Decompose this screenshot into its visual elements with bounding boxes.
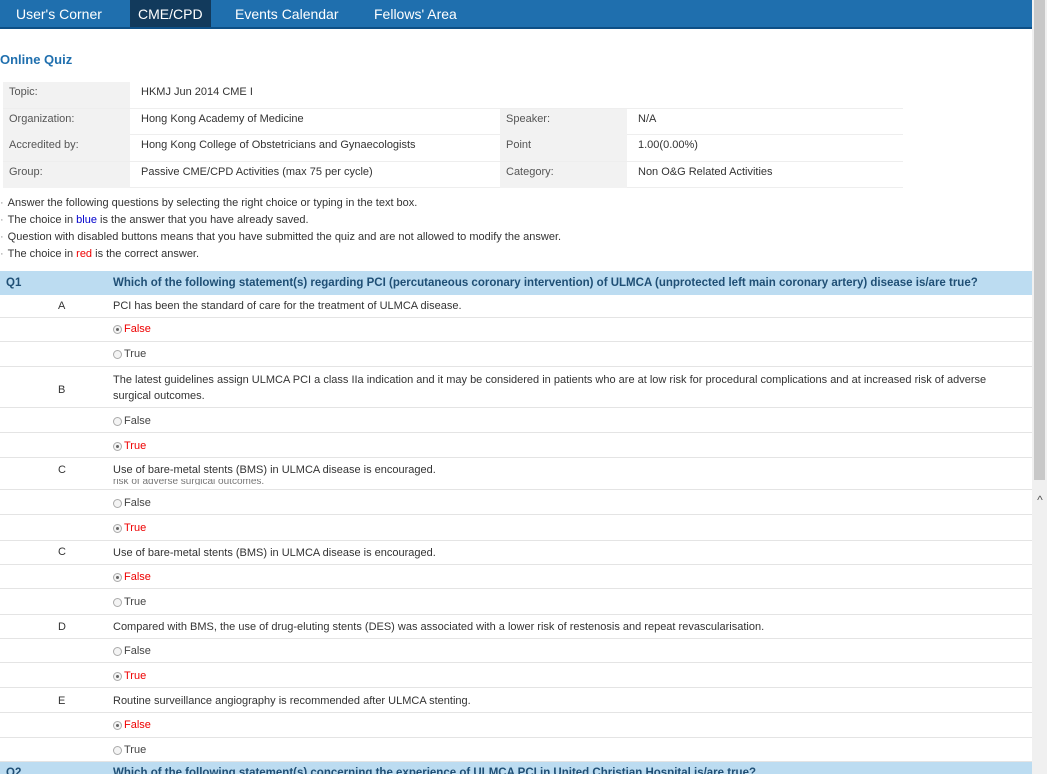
radio-button[interactable] [113,597,122,607]
nav-item-events-calendar[interactable]: Events Calendar [227,0,347,27]
option-false[interactable]: False [113,719,151,731]
instruction-line: · Question with disabled buttons means th… [0,231,562,243]
topic-label: Topic: [3,82,130,108]
statement-row-e: E Routine surveillance angiography is re… [0,688,1032,713]
instruction-line: · The choice in blue is the answer that y… [0,214,309,226]
radio-button[interactable] [113,572,122,582]
statement-letter: D [58,621,66,633]
option-row: False [0,713,1032,738]
statement-row-d: D Compared with BMS, the use of drug-elu… [0,615,1032,639]
question-number: Q2 [6,767,22,774]
statement-row-c: C Use of bare-metal stents (BMS) in ULMC… [0,541,1032,565]
question-text: Which of the following statement(s) rega… [113,277,978,289]
organization-label: Organization: [3,108,130,135]
info-row-topic: Topic: HKMJ Jun 2014 CME I [3,82,903,109]
category-label: Category: [500,161,627,188]
option-row: False [0,639,1032,663]
statement-text: PCI has been the standard of care for th… [113,300,462,312]
option-row: True [0,515,1032,541]
option-true[interactable]: True [113,596,146,608]
option-row: False [0,408,1032,433]
quiz-info-table: Topic: HKMJ Jun 2014 CME I Organization:… [3,82,903,189]
question-header-q1: Q1 Which of the following statement(s) r… [0,271,1032,295]
question-header-q2: Q2 Which of the following statement(s) c… [0,762,1032,774]
info-row-organization: Organization: Hong Kong Academy of Medic… [3,108,903,136]
statement-row-b: B The latest guidelines assign ULMCA PCI… [0,367,1032,408]
option-false[interactable]: False [113,571,151,583]
chevron-up-icon[interactable]: ^ [1033,493,1047,507]
statement-letter: C [58,546,66,558]
option-row: False [0,318,1032,342]
statement-text: Use of bare-metal stents (BMS) in ULMCA … [113,464,436,476]
vertical-scrollbar[interactable] [1032,0,1047,774]
accredited-value: Hong Kong College of Obstetricians and G… [141,139,416,152]
info-row-accredited: Accredited by: Hong Kong College of Obst… [3,135,903,162]
radio-button[interactable] [113,646,122,656]
radio-button[interactable] [113,671,122,681]
group-label: Group: [3,161,130,188]
nav-item-cme-cpd[interactable]: CME/CPD [130,0,211,27]
statement-letter: C [58,464,66,476]
option-row: True [0,589,1032,615]
scrollbar-thumb[interactable] [1034,0,1045,480]
statement-letter: A [58,300,66,312]
option-true[interactable]: True [113,670,146,682]
option-row: False [0,490,1032,515]
option-row: True [0,738,1032,762]
option-false[interactable]: False [113,497,151,509]
group-value: Passive CME/CPD Activities (max 75 per c… [141,165,373,178]
speaker-label: Speaker: [500,108,627,135]
radio-button[interactable] [113,720,122,730]
option-true[interactable]: True [113,744,146,756]
nav-item-users-corner[interactable]: User's Corner [8,0,110,27]
statement-row-c-duplicate: C Use of bare-metal stents (BMS) in ULMC… [0,458,1032,490]
radio-button[interactable] [113,441,122,451]
info-row-group: Group: Passive CME/CPD Activities (max 7… [3,161,903,189]
question-number: Q1 [6,277,22,289]
radio-button[interactable] [113,523,122,533]
ghost-text-artifact: risk of adverse surgical outcomes. [113,479,265,485]
option-true[interactable]: True [113,440,146,452]
question-text: Which of the following statement(s) conc… [113,767,757,774]
radio-button[interactable] [113,349,122,359]
option-false[interactable]: False [113,415,151,427]
blue-word: blue [76,214,97,226]
option-row: True [0,433,1032,458]
option-true[interactable]: True [113,522,146,534]
option-row: True [0,342,1032,367]
organization-value: Hong Kong Academy of Medicine [141,112,304,125]
page: User's Corner CME/CPD Events Calendar Fe… [0,0,1032,774]
page-title: Online Quiz [0,52,73,67]
option-false[interactable]: False [113,323,151,335]
nav-item-fellows-area[interactable]: Fellows' Area [366,0,465,27]
radio-button[interactable] [113,324,122,334]
radio-button[interactable] [113,416,122,426]
instructions: · Answer the following questions by selec… [0,195,1032,263]
statement-letter: E [58,695,66,707]
option-false[interactable]: False [113,645,151,657]
statement-text: The latest guidelines assign ULMCA PCI a… [113,374,987,402]
statement-text: Routine surveillance angiography is reco… [113,695,471,707]
option-row: True [0,663,1032,688]
point-label: Point [500,135,627,162]
statement-text: Use of bare-metal stents (BMS) in ULMCA … [113,547,436,559]
accredited-label: Accredited by: [3,135,130,162]
radio-button[interactable] [113,745,122,755]
instruction-line: · The choice in red is the correct answer… [0,248,200,260]
category-value: Non O&G Related Activities [638,165,773,178]
point-value: 1.00(0.00%) [638,139,698,152]
radio-button[interactable] [113,498,122,508]
option-row: False [0,565,1032,589]
topic-value: HKMJ Jun 2014 CME I [141,86,253,98]
statement-text: Compared with BMS, the use of drug-eluti… [113,621,765,633]
top-nav: User's Corner CME/CPD Events Calendar Fe… [0,0,1032,29]
statement-row-a: A PCI has been the standard of care for … [0,295,1032,318]
instruction-line: · Answer the following questions by selec… [0,197,418,209]
red-word: red [76,248,93,260]
statement-letter: B [58,384,66,396]
option-true[interactable]: True [113,348,146,360]
speaker-value: N/A [638,112,657,125]
